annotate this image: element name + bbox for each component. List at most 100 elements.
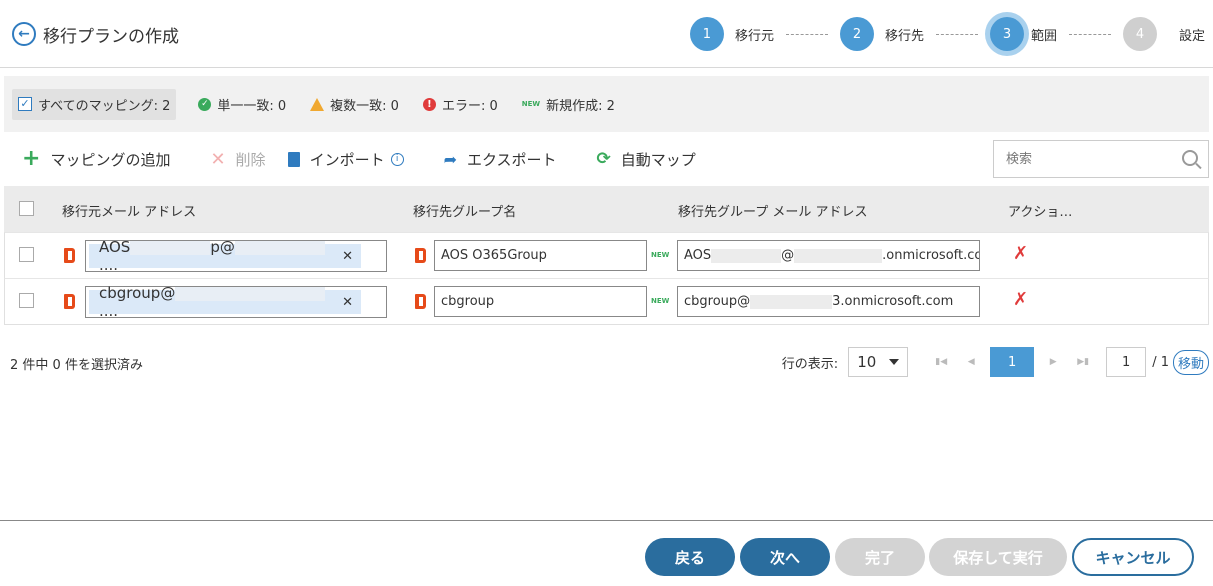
- add-mapping-button[interactable]: + マッピングの追加: [22, 148, 170, 170]
- search-box: [993, 140, 1209, 178]
- delete-button[interactable]: ✕ 削除: [210, 149, 265, 170]
- mapping-filter-bar: ✓ すべてのマッピング: 2 ✓ 単一一致: 0 複数一致: 0 ! エラー: …: [4, 76, 1209, 132]
- table-header: 移行元メール アドレス 移行先グループ名 移行先グループ メール アドレス アク…: [4, 186, 1209, 232]
- step-label: 設定: [1178, 28, 1205, 44]
- back-arrow-icon[interactable]: ←: [12, 22, 36, 46]
- column-header[interactable]: 移行先グループ名: [413, 201, 516, 220]
- plus-icon: +: [22, 146, 41, 171]
- filter-all-mappings[interactable]: ✓ すべてのマッピング: 2: [12, 88, 177, 120]
- step-label: 移行先: [884, 28, 924, 44]
- prev-page-icon[interactable]: ◀: [956, 357, 986, 367]
- step-number: 2: [839, 17, 874, 51]
- caret-down-icon: [889, 359, 900, 365]
- cancel-button[interactable]: キャンセル: [1072, 538, 1194, 576]
- source-email-prefix: AOS: [99, 238, 131, 256]
- select-all-checkbox[interactable]: [19, 201, 34, 220]
- step-connector: [785, 33, 828, 35]
- step-number: 1: [689, 17, 724, 51]
- import-button[interactable]: インポート i: [287, 149, 404, 170]
- filter-label: 新規作成: 2: [546, 98, 615, 114]
- source-email-suffix: ....: [99, 256, 119, 274]
- page-number-input[interactable]: 1: [1106, 347, 1147, 377]
- source-email-field[interactable]: cbgroup@ .... ✕: [85, 284, 387, 320]
- finish-button[interactable]: 完了: [835, 538, 925, 576]
- automap-button[interactable]: ⟳ 自動マップ: [597, 149, 696, 170]
- filter-single-match[interactable]: ✓ 単一一致: 0: [198, 95, 286, 114]
- redacted-text: [750, 294, 833, 309]
- column-header[interactable]: 移行元メール アドレス: [62, 201, 196, 220]
- mapping-table: 移行元メール アドレス 移行先グループ名 移行先グループ メール アドレス アク…: [4, 186, 1209, 325]
- delete-row-icon[interactable]: ✗: [1013, 243, 1028, 264]
- row-checkbox[interactable]: [19, 293, 34, 312]
- group-name-field[interactable]: AOS O365Group: [434, 240, 647, 271]
- column-header[interactable]: 移行先グループ メール アドレス: [678, 201, 868, 220]
- export-arrow-icon: ➦: [443, 149, 457, 169]
- filter-label: すべてのマッピング: 2: [38, 98, 171, 114]
- save-and-run-button[interactable]: 保存して実行: [929, 538, 1067, 576]
- page-title: 移行プランの作成: [43, 27, 179, 47]
- remove-chip-icon[interactable]: ✕: [342, 295, 353, 310]
- row-checkbox[interactable]: [19, 247, 34, 266]
- column-header: アクショ…: [1008, 205, 1073, 220]
- source-email-chip[interactable]: AOS p@ .... ✕: [89, 238, 361, 274]
- office-icon: [415, 294, 426, 309]
- last-page-icon[interactable]: ▶▮: [1068, 357, 1098, 367]
- table-row: cbgroup@ .... ✕ cbgroup NEW cbgroup@ 3.on…: [4, 278, 1209, 324]
- error-icon: !: [422, 97, 436, 111]
- redacted-text: [711, 248, 782, 263]
- new-badge-icon: NEW: [521, 100, 541, 108]
- remove-chip-icon[interactable]: ✕: [342, 249, 353, 264]
- office-icon: [64, 248, 75, 263]
- group-email-field[interactable]: cbgroup@ 3.onmicrosoft.com: [677, 286, 980, 317]
- source-email-chip[interactable]: cbgroup@ .... ✕: [89, 284, 361, 320]
- group-name-field[interactable]: cbgroup: [434, 286, 647, 317]
- wizard-footer: 戻る 次へ 完了 保存して実行 キャンセル: [0, 520, 1213, 586]
- search-icon[interactable]: [1182, 150, 1198, 166]
- selection-count: 2 件中 0 件を選択済み: [10, 358, 143, 373]
- goto-page-button[interactable]: 移動: [1172, 349, 1209, 375]
- office-icon: [415, 248, 426, 263]
- source-email-mid: p@: [210, 238, 235, 256]
- step-number: 4: [1122, 17, 1157, 51]
- checkbox-checked-icon: ✓: [18, 97, 32, 111]
- action-toolbar: + マッピングの追加 ✕ 削除 インポート i ➦ エクスポート ⟳ 自動マップ: [22, 144, 736, 174]
- step-connector: [1068, 33, 1111, 35]
- button-label: インポート: [309, 150, 385, 169]
- source-email-field[interactable]: AOS p@ .... ✕: [85, 238, 387, 274]
- group-email-field[interactable]: AOS @ .onmicrosoft.co: [677, 240, 980, 271]
- step-destination[interactable]: 2 移行先: [839, 17, 924, 51]
- filter-new[interactable]: NEW 新規作成: 2: [522, 95, 615, 114]
- next-page-icon[interactable]: ▶: [1038, 357, 1068, 367]
- rows-per-page-label: 行の表示:: [781, 356, 839, 372]
- info-icon[interactable]: i: [390, 152, 404, 166]
- search-input[interactable]: [994, 141, 1164, 177]
- group-email-prefix: AOS: [684, 248, 712, 263]
- filter-label: 複数一致: 0: [330, 98, 399, 114]
- first-page-icon[interactable]: ▮◀: [926, 357, 956, 367]
- filter-multiple-match[interactable]: 複数一致: 0: [310, 95, 399, 114]
- button-label: 自動マップ: [620, 150, 696, 169]
- step-scope[interactable]: 3 範囲: [989, 17, 1057, 51]
- warning-icon: [310, 97, 325, 111]
- step-label: 範囲: [1030, 28, 1057, 44]
- current-page-button[interactable]: 1: [990, 347, 1035, 377]
- filter-label: エラー: 0: [441, 98, 498, 114]
- check-circle-icon: ✓: [198, 97, 212, 111]
- delete-row-icon[interactable]: ✗: [1013, 289, 1028, 310]
- export-button[interactable]: ➦ エクスポート: [444, 149, 557, 170]
- new-badge: NEW: [651, 251, 670, 259]
- refresh-icon: ⟳: [596, 149, 611, 169]
- next-button[interactable]: 次へ: [740, 538, 830, 576]
- step-source[interactable]: 1 移行元: [689, 17, 774, 51]
- step-settings[interactable]: 4 設定: [1122, 17, 1205, 51]
- button-label: エクスポート: [466, 150, 557, 169]
- redacted-text: [794, 248, 883, 263]
- redacted-text: [130, 240, 211, 255]
- filter-error[interactable]: ! エラー: 0: [422, 95, 498, 114]
- step-label: 移行元: [734, 28, 774, 44]
- delete-x-icon: ✕: [210, 148, 226, 170]
- total-pages: / 1: [1152, 354, 1169, 370]
- back-button[interactable]: 戻る: [645, 538, 735, 576]
- filter-label: 単一一致: 0: [217, 98, 287, 114]
- rows-per-page-select[interactable]: 10: [848, 347, 909, 377]
